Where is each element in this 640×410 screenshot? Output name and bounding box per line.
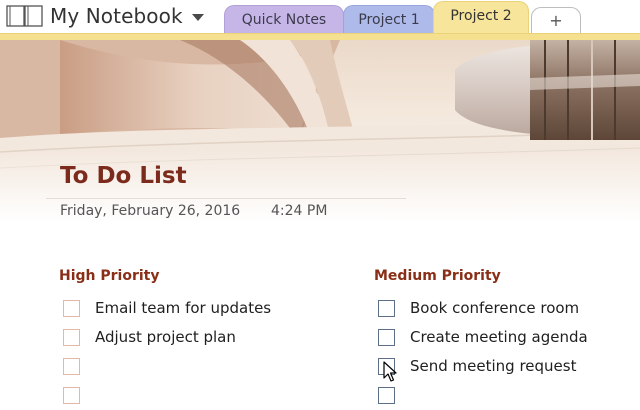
section-color-strip xyxy=(0,33,640,40)
notebook-icon xyxy=(6,5,43,27)
todo-item: Send meeting request xyxy=(378,356,576,376)
notebook-title: My Notebook xyxy=(50,4,183,28)
todo-checkbox[interactable] xyxy=(378,328,395,346)
todo-checkbox[interactable] xyxy=(378,386,395,404)
plus-icon: + xyxy=(549,11,563,30)
tab-label: Project 2 xyxy=(450,8,512,24)
tab-project-1[interactable]: Project 1 xyxy=(343,5,435,33)
todo-checkbox[interactable] xyxy=(378,299,395,317)
todo-checkbox[interactable] xyxy=(63,357,80,375)
notebook-switcher-button[interactable]: My Notebook xyxy=(6,2,204,30)
tab-project-2[interactable]: Project 2 xyxy=(433,1,529,34)
todo-text[interactable]: Book conference room xyxy=(410,299,579,317)
chevron-down-icon xyxy=(191,13,204,21)
tab-label: Quick Notes xyxy=(241,11,327,28)
tab-quick-notes[interactable]: Quick Notes xyxy=(224,5,344,33)
high-priority-heading: High Priority xyxy=(59,268,160,284)
todo-item: Book conference room xyxy=(378,298,579,318)
add-section-button[interactable]: + xyxy=(531,7,581,33)
page-header-image xyxy=(0,40,640,222)
todo-item xyxy=(378,385,410,405)
todo-checkbox[interactable] xyxy=(63,328,80,346)
todo-checkbox[interactable] xyxy=(63,299,80,317)
page-title[interactable]: To Do List xyxy=(60,163,187,189)
todo-checkbox[interactable] xyxy=(63,386,80,404)
todo-text[interactable]: Send meeting request xyxy=(410,357,576,375)
page-date: Friday, February 26, 2016 xyxy=(60,203,241,219)
notebook-header: My Notebook Quick Notes Project 1 Projec… xyxy=(0,0,640,34)
todo-item: Email team for updates xyxy=(63,298,271,318)
todo-item: Adjust project plan xyxy=(63,327,236,347)
todo-item xyxy=(63,356,95,376)
todo-text[interactable]: Create meeting agenda xyxy=(410,328,588,346)
tab-label: Project 1 xyxy=(358,11,420,28)
page-time: 4:24 PM xyxy=(271,203,328,219)
mouse-pointer-icon xyxy=(383,361,397,382)
todo-text[interactable]: Email team for updates xyxy=(95,299,271,317)
title-divider xyxy=(46,198,406,199)
todo-text[interactable]: Adjust project plan xyxy=(95,328,236,346)
notebook-and-pencil-illustration xyxy=(0,40,640,222)
todo-item xyxy=(63,385,95,405)
medium-priority-heading: Medium Priority xyxy=(374,268,501,284)
todo-item: Create meeting agenda xyxy=(378,327,588,347)
